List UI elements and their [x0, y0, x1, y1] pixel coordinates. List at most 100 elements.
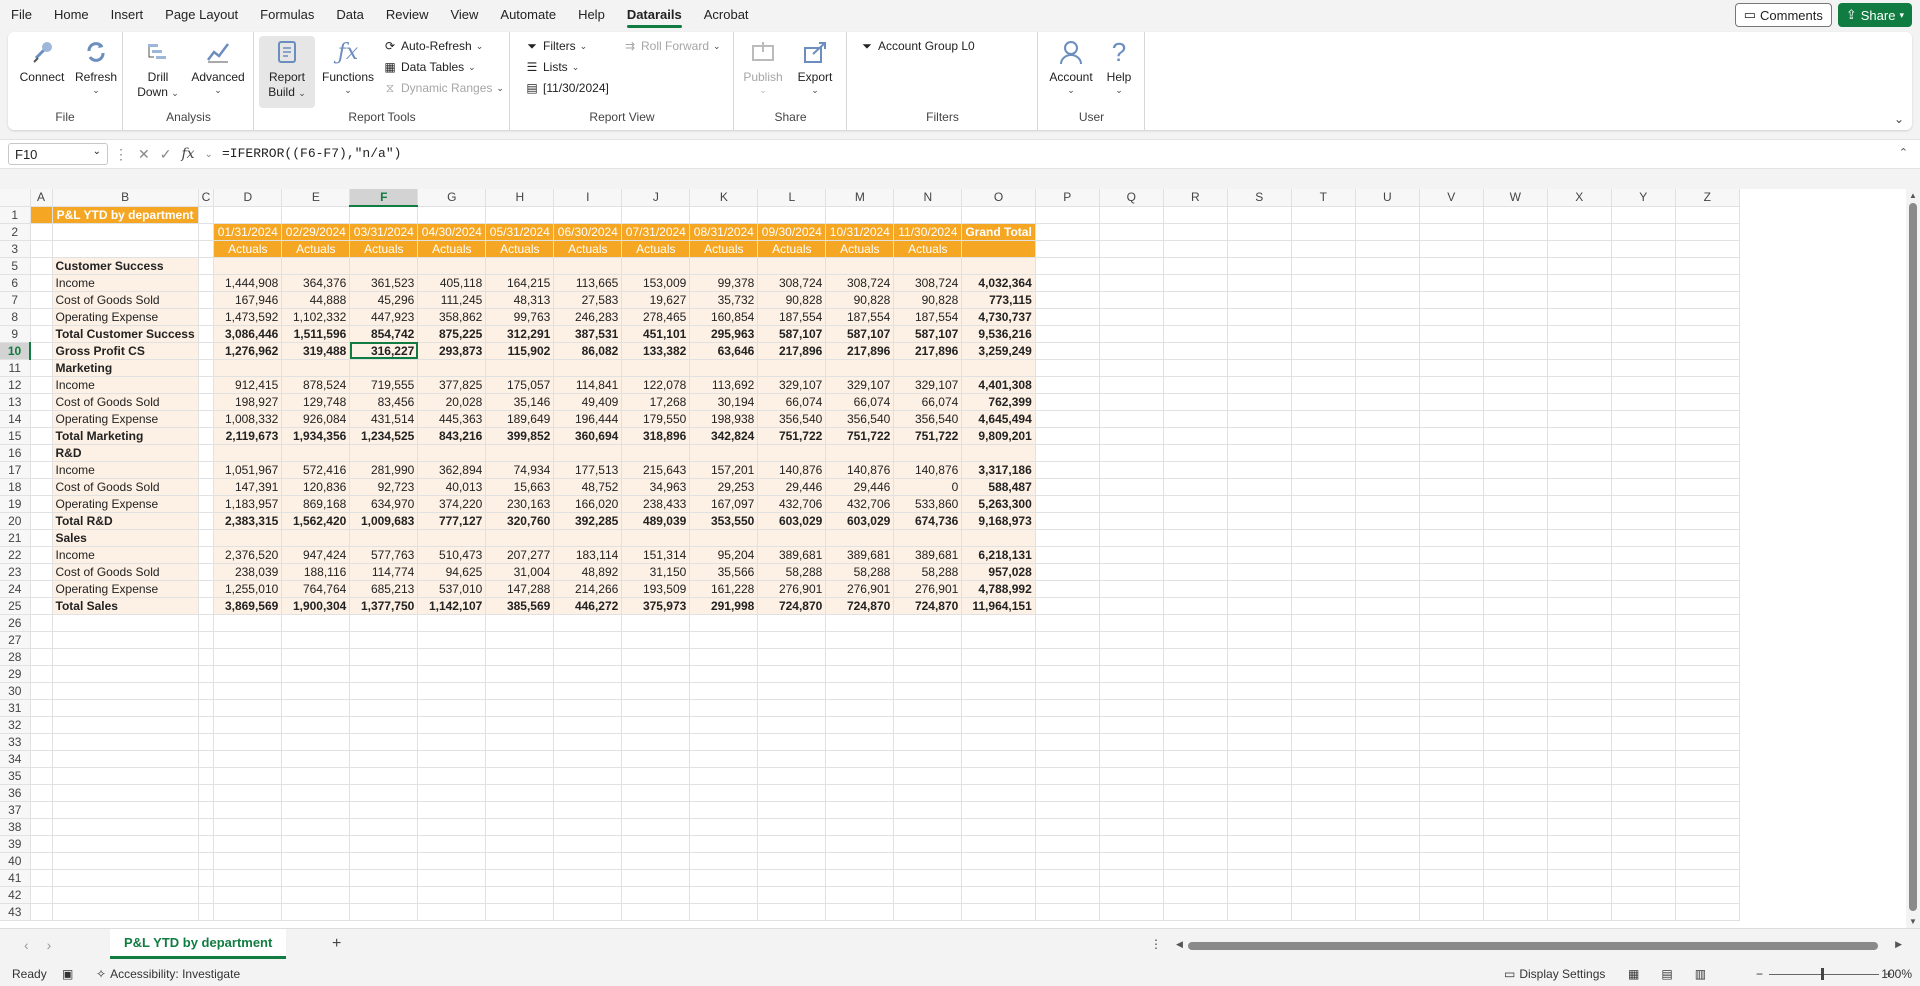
column-header-O[interactable]: O [961, 189, 1036, 207]
grid-cell[interactable] [1163, 597, 1228, 615]
row-header[interactable]: 1 [0, 206, 31, 224]
grid-cell[interactable] [1099, 818, 1164, 836]
grid-cell[interactable] [621, 869, 691, 887]
grid-cell[interactable] [1163, 529, 1228, 547]
value-cell[interactable]: 238,433 [621, 495, 691, 513]
grid-cell[interactable] [1035, 529, 1100, 547]
row-header[interactable]: 34 [0, 750, 31, 768]
grid-cell[interactable] [417, 886, 487, 904]
grid-cell[interactable] [1611, 206, 1676, 224]
grid-cell[interactable] [198, 478, 215, 496]
row-label[interactable]: Income [52, 461, 199, 479]
value-cell[interactable]: 308,724 [825, 274, 895, 292]
scenario-header[interactable]: Actuals [349, 240, 419, 258]
grid-cell[interactable] [1035, 393, 1100, 411]
value-cell[interactable]: 114,841 [553, 376, 623, 394]
grid-cell[interactable] [52, 716, 199, 734]
grid-cell[interactable] [893, 614, 963, 632]
grid-cell[interactable] [1611, 614, 1676, 632]
grid-cell[interactable] [417, 784, 487, 802]
grid-cell[interactable] [1291, 325, 1356, 343]
grid-cell[interactable] [1291, 733, 1356, 751]
grid-cell[interactable] [621, 784, 691, 802]
value-cell[interactable]: 177,513 [553, 461, 623, 479]
grid-cell[interactable] [1419, 699, 1484, 717]
row-header[interactable]: 9 [0, 325, 31, 343]
grid-cell[interactable] [1547, 597, 1612, 615]
grid-cell[interactable] [1163, 342, 1228, 360]
grid-cell[interactable] [1163, 274, 1228, 292]
grid-cell[interactable] [349, 444, 419, 462]
grid-cell[interactable] [1611, 733, 1676, 751]
value-cell[interactable]: 189,649 [485, 410, 555, 428]
grid-cell[interactable] [1675, 291, 1740, 309]
grid-cell[interactable] [1291, 342, 1356, 360]
grid-cell[interactable] [1419, 818, 1484, 836]
grid-cell[interactable] [198, 631, 215, 649]
grid-cell[interactable] [961, 869, 1036, 887]
grid-cell[interactable] [1355, 631, 1420, 649]
value-cell[interactable]: 360,694 [553, 427, 623, 445]
grid-cell[interactable] [553, 801, 623, 819]
value-cell[interactable]: 19,627 [621, 291, 691, 309]
grid-cell[interactable] [1675, 648, 1740, 666]
row-label[interactable]: Total Sales [52, 597, 199, 615]
grid-cell[interactable] [52, 665, 199, 683]
row-header[interactable]: 23 [0, 563, 31, 581]
row-header[interactable]: 24 [0, 580, 31, 598]
grid-cell[interactable] [1035, 512, 1100, 530]
row-label[interactable]: Total Customer Success [52, 325, 199, 343]
grid-cell[interactable] [1163, 444, 1228, 462]
grid-cell[interactable] [30, 733, 53, 751]
export-button[interactable]: Export ⌄ [787, 36, 843, 96]
grid-cell[interactable] [961, 767, 1036, 785]
grid-cell[interactable] [1547, 478, 1612, 496]
grid-cell[interactable] [553, 903, 623, 921]
grid-cell[interactable] [1099, 733, 1164, 751]
value-cell[interactable]: 151,314 [621, 546, 691, 564]
grid-cell[interactable] [1227, 835, 1292, 853]
column-header-J[interactable]: J [621, 189, 691, 207]
grid-cell[interactable] [1611, 376, 1676, 394]
grid-cell[interactable] [1675, 410, 1740, 428]
grid-cell[interactable] [1419, 869, 1484, 887]
value-cell[interactable]: 276,901 [825, 580, 895, 598]
row-header[interactable]: 3 [0, 240, 31, 258]
grid-cell[interactable] [1675, 495, 1740, 513]
grid-cell[interactable] [1227, 478, 1292, 496]
grid-cell[interactable] [1163, 461, 1228, 479]
grid-cell[interactable] [485, 835, 555, 853]
grid-cell[interactable] [1355, 597, 1420, 615]
grid-cell[interactable] [1035, 614, 1100, 632]
grid-cell[interactable] [485, 699, 555, 717]
grid-cell[interactable] [1483, 291, 1548, 309]
value-cell[interactable]: 83,456 [349, 393, 419, 411]
grand-total-cell[interactable]: 4,032,364 [961, 274, 1036, 292]
grand-total-cell[interactable]: 5,263,300 [961, 495, 1036, 513]
grid-cell[interactable] [198, 342, 215, 360]
grid-cell[interactable] [1227, 784, 1292, 802]
grid-cell[interactable] [30, 563, 53, 581]
grid-cell[interactable] [485, 886, 555, 904]
grid-cell[interactable] [553, 206, 623, 224]
grid-cell[interactable] [213, 767, 283, 785]
grand-total-cell[interactable]: 11,964,151 [961, 597, 1036, 615]
grid-cell[interactable] [757, 716, 827, 734]
row-label[interactable]: Income [52, 274, 199, 292]
grand-total-cell[interactable]: 6,218,131 [961, 546, 1036, 564]
grid-cell[interactable] [1099, 308, 1164, 326]
grid-cell[interactable] [1035, 869, 1100, 887]
grid-cell[interactable] [1163, 308, 1228, 326]
grid-cell[interactable] [1035, 223, 1100, 241]
grid-cell[interactable] [757, 835, 827, 853]
grid-cell[interactable] [553, 767, 623, 785]
value-cell[interactable]: 207,277 [485, 546, 555, 564]
grid-cell[interactable] [961, 631, 1036, 649]
grid-cell[interactable] [281, 733, 351, 751]
grid-cell[interactable] [825, 529, 895, 547]
value-cell[interactable]: 1,473,592 [213, 308, 283, 326]
row-header[interactable]: 18 [0, 478, 31, 496]
grid-cell[interactable] [1611, 478, 1676, 496]
value-cell[interactable]: 319,488 [281, 342, 351, 360]
row-label[interactable]: Cost of Goods Sold [52, 478, 199, 496]
